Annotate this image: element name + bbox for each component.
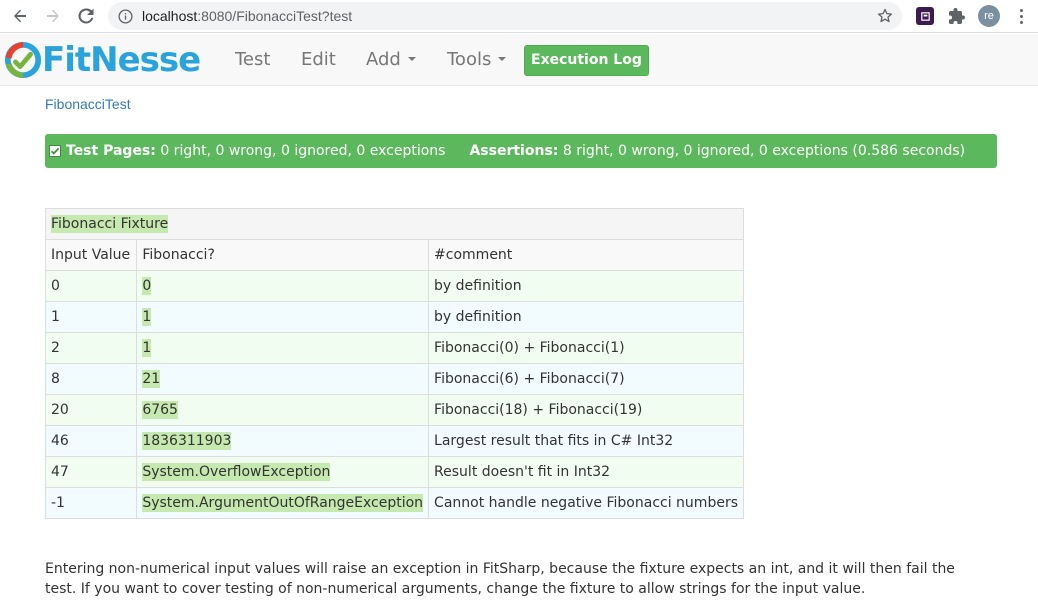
input-cell: -1 bbox=[44, 487, 138, 519]
fitnesse-logo[interactable]: FitNesse bbox=[4, 40, 201, 80]
assertions-label: Assertions: bbox=[469, 143, 559, 159]
result-cell: 21 bbox=[136, 363, 430, 395]
url-text: localhost:8080/FibonacciTest?test bbox=[142, 8, 352, 24]
fixture-table: Fibonacci Fixture Input Value Fibonacci?… bbox=[44, 208, 744, 519]
test-summary-bar: Test Pages: 0 right, 0 wrong, 0 ignored,… bbox=[45, 134, 997, 168]
input-cell: 47 bbox=[44, 456, 138, 488]
avatar[interactable]: re bbox=[978, 5, 1000, 27]
pass-value: 1 bbox=[142, 339, 152, 357]
pass-value: 1 bbox=[142, 308, 152, 326]
comment-cell: Fibonacci(18) + Fibonacci(19) bbox=[428, 394, 744, 426]
pass-value: 6765 bbox=[142, 401, 178, 419]
input-cell: 8 bbox=[44, 363, 138, 395]
pass-value: System.OverflowException bbox=[142, 463, 331, 481]
description-paragraph: Entering non-numerical input values will… bbox=[45, 561, 955, 597]
pass-value: 21 bbox=[142, 370, 161, 388]
extension-icon[interactable] bbox=[916, 7, 934, 25]
comment-cell: by definition bbox=[428, 301, 744, 333]
logo-text: FitNesse bbox=[42, 40, 201, 80]
menu-edit[interactable]: Edit bbox=[301, 49, 336, 70]
back-arrow-icon[interactable] bbox=[7, 4, 33, 28]
comment-cell: Cannot handle negative Fibonacci numbers bbox=[428, 487, 744, 519]
table-row: -1 System.ArgumentOutOfRangeException Ca… bbox=[44, 487, 744, 519]
result-cell: System.OverflowException bbox=[136, 456, 430, 488]
test-pages-label: Test Pages: bbox=[66, 143, 156, 159]
menu-add-label: Add bbox=[366, 49, 401, 70]
table-row: 0 0 by definition bbox=[44, 270, 744, 302]
result-cell: 0 bbox=[136, 270, 430, 302]
input-cell: 0 bbox=[44, 270, 138, 302]
star-icon[interactable] bbox=[877, 8, 893, 24]
table-row: 2 1 Fibonacci(0) + Fibonacci(1) bbox=[44, 332, 744, 364]
forward-arrow-icon[interactable] bbox=[40, 4, 66, 28]
menu-add-dropdown[interactable]: Add bbox=[366, 49, 416, 70]
column-header: Fibonacci? bbox=[136, 239, 430, 271]
browser-toolbar: localhost:8080/FibonacciTest?test re bbox=[0, 0, 1038, 33]
pass-value: 1836311903 bbox=[142, 432, 232, 450]
column-header: #comment bbox=[428, 239, 744, 271]
result-cell: System.ArgumentOutOfRangeException bbox=[136, 487, 430, 519]
breadcrumb[interactable]: FibonacciTest bbox=[45, 96, 131, 112]
result-cell: 6765 bbox=[136, 394, 430, 426]
table-row: 20 6765 Fibonacci(18) + Fibonacci(19) bbox=[44, 394, 744, 426]
url-host: localhost bbox=[142, 8, 198, 24]
table-row: 47 System.OverflowException Result doesn… bbox=[44, 456, 744, 488]
menu-tools-label: Tools bbox=[447, 49, 492, 70]
checkbox-checked-icon bbox=[49, 145, 61, 157]
comment-cell: by definition bbox=[428, 270, 744, 302]
comment-cell: Fibonacci(6) + Fibonacci(7) bbox=[428, 363, 744, 395]
comment-cell: Largest result that fits in C# Int32 bbox=[428, 425, 744, 457]
table-header-row: Input Value Fibonacci? #comment bbox=[44, 239, 744, 271]
fitnesse-navbar: FitNesse Test Edit Add Tools Execution L… bbox=[0, 34, 1038, 86]
result-cell: 1 bbox=[136, 332, 430, 364]
comment-cell: Result doesn't fit in Int32 bbox=[428, 456, 744, 488]
puzzle-icon[interactable] bbox=[948, 7, 966, 25]
url-path: :8080/FibonacciTest?test bbox=[197, 8, 353, 24]
assertions-value: 8 right, 0 wrong, 0 ignored, 0 exception… bbox=[562, 143, 966, 159]
result-cell: 1836311903 bbox=[136, 425, 430, 457]
table-title-row: Fibonacci Fixture bbox=[45, 208, 744, 240]
table-row: 46 1836311903 Largest result that fits i… bbox=[44, 425, 744, 457]
input-cell: 20 bbox=[44, 394, 138, 426]
input-cell: 1 bbox=[44, 301, 138, 333]
table-title-cell: Fibonacci Fixture bbox=[45, 208, 744, 240]
pass-value: 0 bbox=[142, 277, 152, 295]
menu-test[interactable]: Test bbox=[235, 49, 270, 70]
result-cell: 1 bbox=[136, 301, 430, 333]
input-cell: 46 bbox=[44, 425, 138, 457]
fitnesse-logo-icon bbox=[4, 41, 42, 79]
kebab-menu-icon[interactable] bbox=[1013, 7, 1029, 25]
table-row: 8 21 Fibonacci(6) + Fibonacci(7) bbox=[44, 363, 744, 395]
fixture-name: Fibonacci Fixture bbox=[51, 215, 169, 233]
info-icon[interactable] bbox=[117, 8, 133, 24]
table-row: 1 1 by definition bbox=[44, 301, 744, 333]
test-pages-value: 0 right, 0 wrong, 0 ignored, 0 exception… bbox=[160, 143, 446, 159]
address-bar[interactable]: localhost:8080/FibonacciTest?test bbox=[108, 2, 902, 30]
pass-value: System.ArgumentOutOfRangeException bbox=[142, 494, 424, 512]
caret-down-icon bbox=[498, 57, 507, 61]
comment-cell: Fibonacci(0) + Fibonacci(1) bbox=[428, 332, 744, 364]
column-header: Input Value bbox=[44, 239, 138, 271]
reload-icon[interactable] bbox=[73, 4, 99, 28]
menu-tools-dropdown[interactable]: Tools bbox=[447, 49, 507, 70]
execution-log-button[interactable]: Execution Log bbox=[524, 45, 649, 76]
caret-down-icon bbox=[407, 57, 416, 61]
input-cell: 2 bbox=[44, 332, 138, 364]
